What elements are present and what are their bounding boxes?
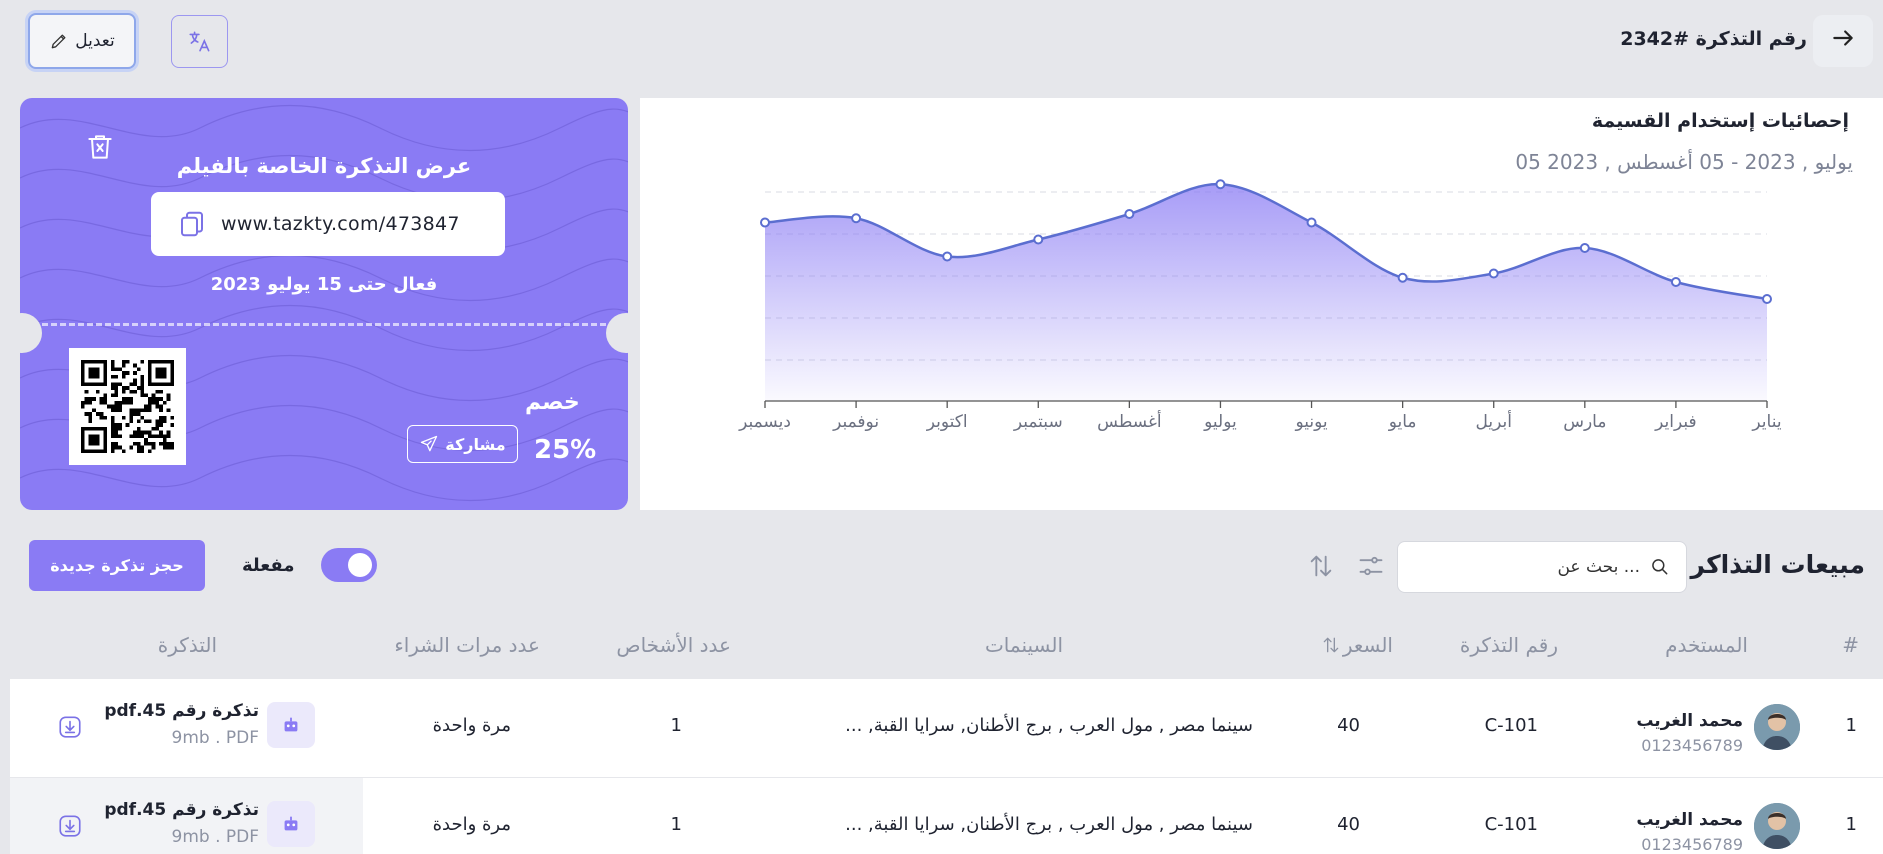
col-header-purchases: عدد مرات الشراء xyxy=(394,633,540,657)
robot-file-icon xyxy=(284,816,298,831)
cinemas: سينما مصر , مول العرب , برج الأطنان, سرا… xyxy=(845,715,1253,736)
data-point xyxy=(760,217,770,228)
user-phone: 0123456789 xyxy=(1641,736,1743,755)
ticket-card: عرض التذكرة الخاصة بالفيلم www.tazkty.co… xyxy=(20,98,628,510)
data-point xyxy=(1306,217,1317,228)
search-placeholder: بحث عن ... xyxy=(1557,557,1640,577)
page-title: رقم التذكرة #2342 xyxy=(1620,28,1807,50)
file-meta: 9mb . PDF xyxy=(171,827,260,847)
active-toggle-label: مفعلة xyxy=(242,555,295,576)
filter-sliders-icon[interactable] xyxy=(1357,552,1385,580)
user-name: محمد الغريب xyxy=(1636,810,1743,830)
avatar xyxy=(1754,704,1800,750)
col-header-price[interactable]: السعر xyxy=(1321,633,1393,657)
x-tick-label: سبتمبر xyxy=(1013,412,1063,432)
persons-count: 1 xyxy=(670,814,682,835)
file-meta: 9mb . PDF xyxy=(171,728,260,748)
x-tick-label: مارس xyxy=(1563,412,1606,432)
x-tick-label: يناير xyxy=(1751,412,1781,432)
data-point xyxy=(942,251,953,262)
table-row[interactable]: 1 محمد الغريب 0123456789 C-101 40 سينما … xyxy=(10,679,1883,777)
copy-icon[interactable] xyxy=(177,209,207,239)
usage-chart-card: إحصائيات إستخدام القسيمة يوليو , 2023 - … xyxy=(640,98,1883,510)
col-header-num: # xyxy=(1842,633,1859,657)
qr-code xyxy=(69,348,186,465)
user-phone: 0123456789 xyxy=(1641,835,1743,854)
data-point xyxy=(1670,277,1681,287)
x-tick-label: يوليو xyxy=(1203,412,1237,432)
col-header-ticket: التذكرة xyxy=(157,633,217,657)
data-point xyxy=(1397,272,1408,283)
col-header-user: المستخدم xyxy=(1665,633,1748,657)
area-fill xyxy=(765,184,1767,401)
data-point xyxy=(1215,179,1226,190)
download-icon[interactable] xyxy=(57,714,83,740)
purchase-count: مرة واحدة xyxy=(432,715,511,736)
arrow-right-icon xyxy=(1830,25,1856,58)
ticket-number: C-101 xyxy=(1484,814,1538,835)
data-point xyxy=(1124,209,1135,219)
share-button[interactable]: مشاركة xyxy=(407,425,518,463)
sort-icon xyxy=(1323,637,1339,653)
file-icon xyxy=(267,801,315,847)
ticket-number: C-101 xyxy=(1484,715,1538,736)
x-tick-label: اكتوبر xyxy=(926,412,968,432)
translate-icon xyxy=(188,30,209,51)
usage-area-chart: يناير فبراير مارس أبريل مايو يونيو يوليو أغسطس س… xyxy=(738,179,1782,432)
send-icon xyxy=(421,435,438,452)
x-tick-label: يونيو xyxy=(1294,412,1327,432)
file-name: تذكرة رقم 45.pdf xyxy=(104,701,259,721)
ticket-title: عرض التذكرة الخاصة بالفيلم xyxy=(176,154,472,178)
data-point xyxy=(1579,243,1590,253)
data-point xyxy=(1488,268,1499,279)
col-header-cinemas: السينمات xyxy=(984,633,1063,657)
table-row[interactable]: 1 محمد الغريب 0123456789 C-101 40 سينما … xyxy=(10,778,1883,854)
pencil-icon xyxy=(51,34,66,49)
purchase-count: مرة واحدة xyxy=(432,814,511,835)
discount-label: خصم xyxy=(525,390,580,415)
search-icon xyxy=(1652,559,1668,575)
robot-file-icon xyxy=(284,717,298,732)
ticket-divider xyxy=(42,323,606,326)
col-header-ticket-no: رقم التذكرة xyxy=(1459,633,1558,657)
persons-count: 1 xyxy=(670,715,682,736)
data-point xyxy=(1033,234,1044,245)
data-point xyxy=(851,213,862,224)
edit-label: تعديل xyxy=(75,31,115,51)
price: 40 xyxy=(1337,814,1360,835)
price-header-label: السعر xyxy=(1342,633,1393,657)
x-tick-label: نوفمبر xyxy=(832,412,879,432)
x-tick-label: أبريل xyxy=(1476,410,1512,432)
x-tick-label: ديسمبر xyxy=(738,412,791,432)
avatar xyxy=(1754,803,1800,849)
download-icon[interactable] xyxy=(57,813,83,839)
ticket-valid-until: فعال حتى 15 يوليو 2023 xyxy=(210,274,438,295)
file-name: تذكرة رقم 45.pdf xyxy=(104,800,259,820)
x-tick-label: أغسطس xyxy=(1097,410,1161,432)
cinemas: سينما مصر , مول العرب , برج الأطنان, سرا… xyxy=(845,814,1253,835)
share-label: مشاركة xyxy=(445,434,506,454)
user-name: محمد الغريب xyxy=(1636,711,1743,731)
toggle-knob xyxy=(348,553,372,577)
x-tick-label: مايو xyxy=(1388,412,1417,432)
ticket-url-box[interactable]: www.tazkty.com/473847 xyxy=(151,192,505,256)
row-num: 1 xyxy=(1845,814,1857,835)
x-tick-label: فبراير xyxy=(1654,412,1696,432)
sales-title: مبيعات التذاكر xyxy=(1690,550,1865,579)
file-icon xyxy=(267,702,315,748)
edit-button[interactable]: تعديل xyxy=(28,13,136,69)
new-booking-button[interactable]: حجز تذكرة جديدة xyxy=(29,540,205,591)
sort-icon[interactable] xyxy=(1307,552,1335,580)
translate-button[interactable] xyxy=(171,15,228,68)
active-toggle[interactable] xyxy=(321,548,377,582)
back-button[interactable] xyxy=(1813,15,1873,67)
search-input[interactable]: بحث عن ... xyxy=(1397,541,1687,593)
ticket-url: www.tazkty.com/473847 xyxy=(221,213,460,235)
col-header-persons: عدد الأشخاص xyxy=(616,633,731,657)
discount-value: 25% xyxy=(534,435,597,465)
price: 40 xyxy=(1337,715,1360,736)
row-num: 1 xyxy=(1845,715,1857,736)
data-point xyxy=(1762,294,1772,304)
